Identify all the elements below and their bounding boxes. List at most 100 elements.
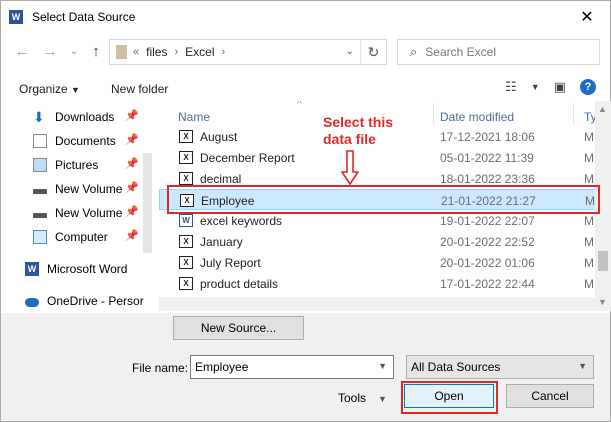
chevron-right-icon[interactable]: ›	[221, 46, 225, 58]
new-folder-button[interactable]: New folder	[111, 82, 168, 96]
sidebar-item-new-volume-2[interactable]: New Volume 📌	[1, 201, 153, 225]
file-name: decimal	[200, 172, 242, 186]
refresh-icon[interactable]: ↻	[360, 40, 386, 64]
pin-icon[interactable]: 📌	[125, 205, 139, 218]
file-row[interactable]: X product details 17-01-2022 22:44 M	[159, 273, 611, 294]
pin-icon[interactable]: 📌	[125, 109, 139, 122]
excel-file-icon: X	[179, 130, 193, 143]
excel-file-icon: X	[179, 151, 193, 164]
file-type: M	[584, 256, 594, 270]
pin-icon[interactable]: 📌	[125, 157, 139, 170]
scroll-up-icon[interactable]: ▲	[598, 104, 607, 114]
annotation-text: Select this data file	[323, 114, 393, 148]
word-icon: W	[25, 262, 39, 276]
pin-icon[interactable]: 📌	[125, 133, 139, 146]
close-icon[interactable]: ✕	[572, 3, 602, 31]
file-date: 19-01-2022 22:07	[440, 214, 535, 228]
file-name: December Report	[200, 151, 295, 165]
file-name: August	[200, 130, 238, 144]
forward-icon[interactable]: →	[41, 43, 59, 61]
up-folder-icon[interactable]: ↑	[87, 43, 105, 61]
excel-file-icon: X	[179, 172, 193, 185]
dialog-window: W Select Data Source ✕ ← → ⌄ ↑ « files ›…	[0, 0, 611, 422]
annotation-arrow-shape	[341, 150, 359, 186]
sidebar: ⬇ Downloads 📌 Documents 📌 Pictures 📌 New…	[1, 101, 153, 311]
search-box[interactable]: ⌕ Search Excel	[397, 39, 600, 65]
sidebar-item-label: Documents	[55, 134, 116, 148]
file-date: 20-01-2022 01:06	[440, 256, 535, 270]
cancel-button[interactable]: Cancel	[506, 384, 594, 408]
sidebar-item-label: Pictures	[55, 158, 99, 172]
file-name-label: File name:	[132, 361, 189, 375]
sidebar-item-documents[interactable]: Documents 📌	[1, 129, 153, 153]
breadcrumb-files[interactable]: files	[146, 45, 167, 59]
caret-down-icon: ▼	[71, 85, 80, 95]
file-type-filter[interactable]: All Data Sources ▼	[406, 355, 594, 379]
annotation-line-2: data file	[323, 131, 376, 147]
navigation-bar: ← → ⌄ ↑ « files › Excel › ⌄ ↻ ⌕ Search E…	[1, 35, 610, 69]
title-bar: W Select Data Source ✕	[1, 1, 610, 33]
file-type: M	[584, 130, 594, 144]
sidebar-scrollbar[interactable]	[143, 153, 152, 253]
file-name: excel keywords	[200, 214, 283, 228]
organize-button[interactable]: Organize ▼	[19, 82, 80, 96]
overflow-icon[interactable]: «	[133, 46, 139, 58]
sidebar-item-onedrive[interactable]: OneDrive - Persor	[1, 289, 153, 311]
column-header-date[interactable]: Date modified	[440, 110, 514, 124]
sidebar-item-new-volume-1[interactable]: New Volume 📌	[1, 177, 153, 201]
file-date: 05-01-2022 11:39	[440, 151, 534, 165]
file-name-value[interactable]: Employee	[195, 360, 248, 374]
sidebar-item-microsoft-word[interactable]: W Microsoft Word	[1, 257, 153, 281]
search-input[interactable]: Search Excel	[425, 45, 496, 59]
chevron-down-icon[interactable]: ⌄	[346, 46, 354, 57]
view-options-icon[interactable]: ☷	[505, 79, 517, 95]
command-toolbar: Organize ▼ New folder ☷ ▼ ▣ ?	[1, 77, 610, 101]
tools-menu[interactable]: Tools ▼	[338, 391, 387, 405]
horizontal-scrollbar[interactable]	[159, 297, 595, 311]
file-type: M	[584, 277, 594, 291]
file-row[interactable]: X July Report 20-01-2022 01:06 M	[159, 252, 611, 273]
recent-locations-icon[interactable]: ⌄	[65, 43, 83, 61]
preview-pane-icon[interactable]: ▣	[554, 79, 566, 95]
documents-icon	[33, 134, 47, 148]
pictures-icon	[33, 158, 47, 172]
annotation-arrow-icon	[341, 150, 359, 186]
file-row[interactable]: X January 20-01-2022 22:52 M	[159, 231, 611, 252]
scroll-down-icon[interactable]: ▼	[598, 297, 607, 307]
new-source-button[interactable]: New Source...	[173, 316, 304, 340]
breadcrumb-excel[interactable]: Excel	[185, 45, 214, 59]
column-divider[interactable]	[433, 103, 434, 125]
file-row[interactable]: X December Report 05-01-2022 11:39 M	[159, 147, 611, 168]
file-date: 18-01-2022 23:36	[440, 172, 535, 186]
pin-icon[interactable]: 📌	[125, 181, 139, 194]
folder-icon	[116, 45, 127, 59]
caret-down-icon[interactable]: ▼	[531, 82, 540, 92]
download-icon: ⬇	[33, 109, 45, 125]
column-divider[interactable]	[573, 103, 574, 125]
drive-icon	[33, 188, 47, 194]
chevron-down-icon[interactable]: ▼	[578, 361, 587, 371]
column-header-name[interactable]: Name	[178, 110, 210, 124]
file-date: 17-01-2022 22:44	[440, 277, 535, 291]
address-bar[interactable]: « files › Excel › ⌄ ↻	[109, 39, 387, 65]
chevron-down-icon[interactable]: ▼	[378, 361, 387, 371]
sidebar-item-label: Computer	[55, 230, 108, 244]
cloud-icon	[25, 298, 39, 307]
annotation-line-1: Select this	[323, 114, 394, 130]
sidebar-item-label: Downloads	[55, 110, 115, 124]
pin-icon[interactable]: 📌	[125, 229, 139, 242]
window-title: Select Data Source	[32, 10, 136, 24]
sidebar-item-label: New Volume	[55, 182, 123, 196]
help-icon[interactable]: ?	[580, 79, 596, 95]
sidebar-item-downloads[interactable]: ⬇ Downloads 📌	[1, 105, 153, 129]
sidebar-item-computer[interactable]: Computer 📌	[1, 225, 153, 249]
excel-file-icon: X	[179, 235, 193, 248]
scroll-thumb[interactable]	[598, 251, 608, 271]
chevron-right-icon[interactable]: ›	[174, 46, 178, 58]
excel-file-icon: X	[179, 256, 193, 269]
sidebar-item-pictures[interactable]: Pictures 📌	[1, 153, 153, 177]
back-icon[interactable]: ←	[13, 43, 31, 61]
filter-value: All Data Sources	[411, 360, 501, 374]
file-name-field[interactable]: Employee ▼	[190, 355, 394, 379]
drive-icon	[33, 212, 47, 218]
